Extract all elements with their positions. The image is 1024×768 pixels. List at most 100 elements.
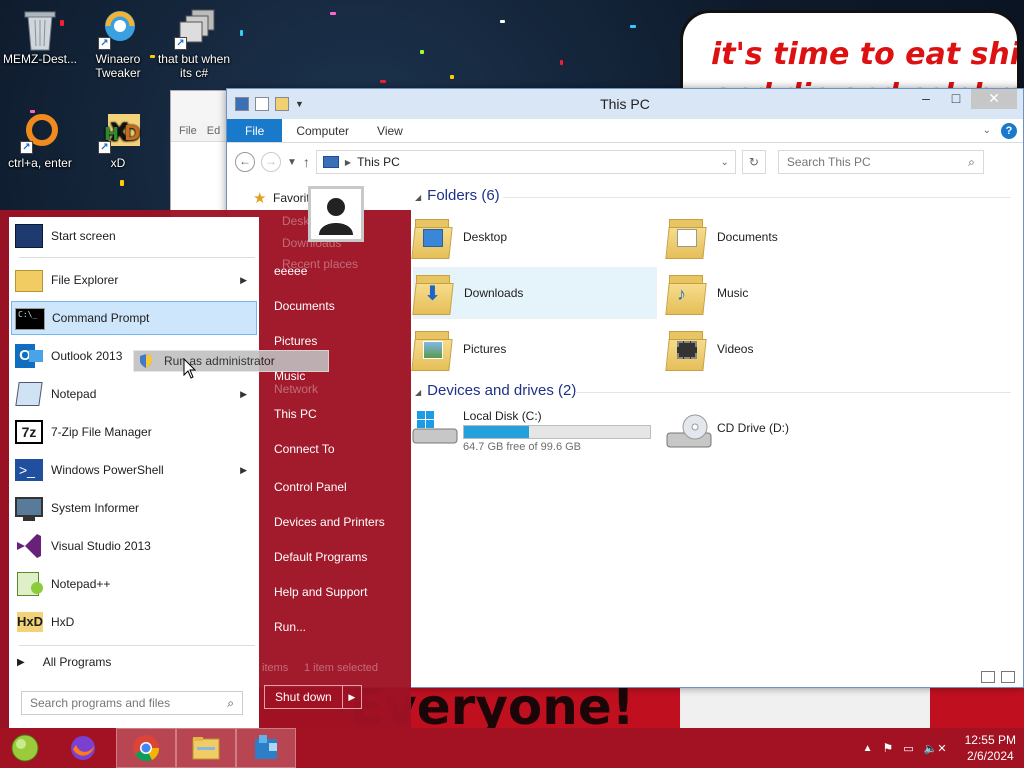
folder-videos[interactable]: Videos (665, 323, 911, 375)
drive-usage-bar (463, 425, 651, 439)
properties-icon[interactable] (255, 97, 269, 111)
program-notepad[interactable]: Notepad ▶ (11, 377, 257, 411)
program-notepad-plus-plus[interactable]: Notepad++ (11, 567, 257, 601)
folder-name: Music (717, 286, 749, 300)
desktop-icon-label: that but when its c# (157, 52, 231, 80)
pc-icon[interactable] (235, 97, 249, 111)
search-placeholder: Search This PC (786, 155, 871, 169)
back-button[interactable]: ← (235, 152, 255, 172)
folder-music[interactable]: ♪ Music (665, 267, 911, 319)
program-start-screen[interactable]: Start screen (11, 219, 257, 253)
place-user[interactable]: eeeee (274, 264, 307, 278)
folder-desktop[interactable]: Desktop (411, 211, 657, 263)
chevron-down-icon[interactable]: ▼ (295, 99, 304, 109)
music-folder-icon: ♪ (665, 271, 707, 315)
place-pictures[interactable]: Pictures (274, 334, 317, 348)
run-as-administrator-item[interactable]: Run as administrator (133, 350, 329, 372)
show-hidden-icons-icon[interactable]: ▲ (863, 743, 873, 754)
documents-folder-icon (665, 215, 707, 259)
desktop-icon-xd[interactable]: XDH ↗ xD (80, 112, 156, 170)
folder-downloads[interactable]: ⬇ Downloads (412, 267, 657, 319)
large-icons-view-icon[interactable] (1001, 671, 1015, 683)
taskbar-chrome[interactable] (116, 728, 176, 768)
desktop-icon-ctrl-a-enter[interactable]: ↗ ctrl+a, enter (2, 112, 78, 170)
clock[interactable]: 12:55 PM 2/6/2024 (965, 732, 1016, 764)
hxd-icon: XDH ↗ (98, 112, 141, 154)
breadcrumb-this-pc[interactable]: This PC (357, 155, 400, 169)
meme-banner-top: it's time to eat shit and die and celebr… (680, 10, 1020, 90)
place-this-pc[interactable]: This PC (274, 407, 317, 421)
folder-documents[interactable]: Documents (665, 211, 911, 263)
shutdown-button-group: Shut down ▶ (264, 685, 362, 709)
all-programs-button[interactable]: ▶ All Programs (17, 655, 111, 669)
network-icon[interactable]: ▭ (903, 742, 913, 755)
submenu-arrow-icon: ▶ (240, 464, 247, 475)
breadcrumb-separator-icon[interactable]: ▶ (345, 158, 351, 167)
drive-local-disk-c[interactable]: Local Disk (C:) 64.7 GB free of 99.6 GB (411, 409, 651, 453)
search-input[interactable]: Search This PC ⌕ (777, 150, 984, 174)
tab-computer[interactable]: Computer (282, 119, 363, 142)
place-run[interactable]: Run... (274, 620, 306, 634)
start-search-input[interactable]: Search programs and files ⌕ (21, 691, 243, 715)
place-control-panel[interactable]: Control Panel (274, 480, 347, 494)
taskbar-app[interactable] (236, 728, 296, 768)
user-avatar[interactable] (308, 186, 364, 242)
expand-ribbon-icon[interactable]: ⌄ (983, 125, 991, 136)
start-button[interactable] (0, 728, 50, 768)
devices-group-header[interactable]: ◢ Devices and drives (2) (415, 382, 1015, 399)
drive-cd-d[interactable]: CD Drive (D:) (665, 413, 789, 453)
recycle-bin-icon (20, 8, 60, 51)
shortcut-arrow-icon: ↗ (174, 37, 187, 50)
address-dropdown-icon[interactable]: ⌄ (721, 157, 729, 168)
chrome-icon (133, 735, 160, 762)
folder-pictures[interactable]: Pictures (411, 323, 657, 375)
maximize-button[interactable]: □ (941, 89, 971, 109)
notepad-icon (13, 380, 45, 408)
program-visual-studio[interactable]: Visual Studio 2013 (11, 529, 257, 563)
up-button[interactable]: ↑ (303, 154, 310, 170)
bg-menu-edit[interactable]: Ed (207, 125, 220, 137)
svg-text:D: D (124, 121, 141, 145)
desktop-icon-winaero-tweaker[interactable]: ↗ Winaero Tweaker (80, 8, 156, 80)
place-help-and-support[interactable]: Help and Support (274, 585, 367, 599)
desktop-icon-that-but-when-its-csharp[interactable]: ↗ that but when its c# (156, 8, 232, 80)
program-hxd[interactable]: HxD HxD (11, 605, 257, 639)
taskbar-firefox[interactable] (50, 728, 116, 768)
program-system-informer[interactable]: System Informer (11, 491, 257, 525)
tab-file[interactable]: File (227, 119, 283, 142)
details-view-icon[interactable] (981, 671, 995, 683)
refresh-button[interactable]: ↻ (741, 150, 766, 174)
taskbar-file-explorer[interactable] (176, 728, 236, 768)
forward-button[interactable]: → (261, 152, 281, 172)
recent-locations-icon[interactable]: ▼ (287, 157, 297, 168)
meme-text-line1: it's time to eat shit (711, 37, 1020, 72)
ring-icon: ↗ (20, 112, 60, 154)
shutdown-options-arrow-icon[interactable]: ▶ (343, 692, 361, 703)
program-powershell[interactable]: >_ Windows PowerShell ▶ (11, 453, 257, 487)
place-default-programs[interactable]: Default Programs (274, 550, 367, 564)
shutdown-button[interactable]: Shut down (265, 686, 343, 708)
minimize-button[interactable]: – (911, 89, 941, 109)
program-command-prompt[interactable]: C:\_ Command Prompt (11, 301, 257, 335)
bg-menu-file[interactable]: File (179, 125, 197, 137)
start-menu-programs-pane: Start screen File Explorer ▶ C:\_ Command… (9, 217, 259, 728)
program-7zip[interactable]: 7z 7-Zip File Manager (11, 415, 257, 449)
drive-name: CD Drive (D:) (717, 421, 789, 435)
folders-group-header[interactable]: ◢ Folders (6) (415, 187, 1015, 204)
action-center-flag-icon[interactable]: ⚑ (883, 741, 894, 755)
program-file-explorer[interactable]: File Explorer ▶ (11, 263, 257, 297)
title-bar[interactable]: ▼ This PC – □ ✕ (227, 89, 1023, 119)
start-search-placeholder: Search programs and files (30, 696, 171, 710)
desktop-icon-memz[interactable]: MEMZ-Dest... (2, 8, 78, 66)
start-orb-icon (11, 734, 39, 762)
volume-muted-icon[interactable]: 🔈✕ (924, 742, 947, 755)
new-folder-icon[interactable] (275, 97, 289, 111)
close-button[interactable]: ✕ (971, 89, 1017, 109)
tab-view[interactable]: View (363, 119, 417, 142)
place-documents[interactable]: Documents (274, 299, 335, 313)
help-icon[interactable]: ? (1001, 122, 1017, 139)
place-devices-and-printers[interactable]: Devices and Printers (274, 515, 385, 529)
collapse-icon: ◢ (415, 193, 422, 202)
address-bar[interactable]: ▶ This PC ⌄ (315, 150, 736, 174)
place-connect-to[interactable]: Connect To (274, 442, 335, 456)
